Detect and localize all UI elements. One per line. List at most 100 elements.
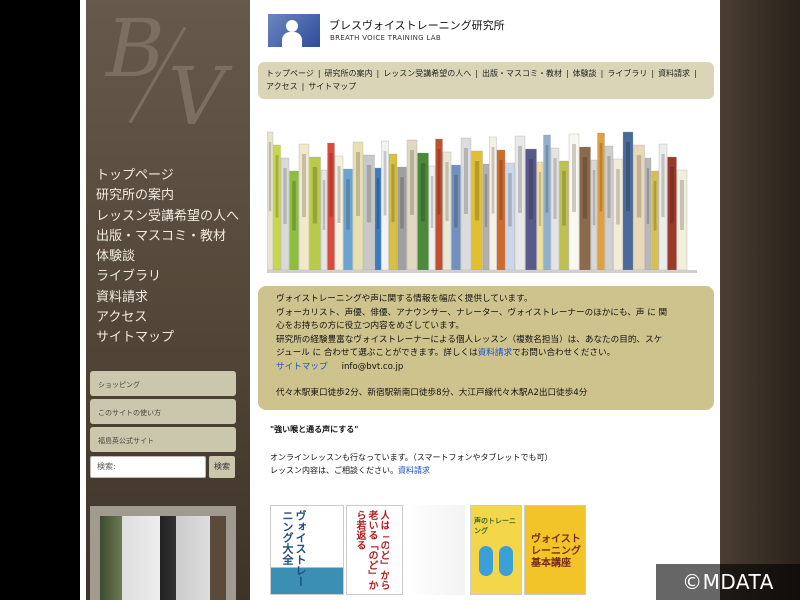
book-spine-label	[410, 150, 414, 215]
main-text: オンラインレッスンも行なっています。（スマートフォンやタブレットでも可） レッス…	[270, 451, 553, 477]
access-info: 代々木駅東口徒歩2分、新宿駅新南口徒歩8分、大江戸線代々木駅A2出口徒歩4分	[276, 388, 588, 398]
sidebar-item-publishing[interactable]: 出版・マスコミ・教材	[96, 227, 239, 247]
main-heading: "強い喉と通る声にする"	[270, 425, 359, 434]
book-spine-label	[437, 149, 441, 215]
book-title: ヴォイストレーニング大全	[281, 510, 307, 587]
book-cover-nodo[interactable]: 人は「のど」から老いる「のど」から若返る	[346, 505, 403, 595]
book-spine-label	[607, 156, 611, 218]
shopping-link[interactable]: ショッピング	[90, 371, 236, 396]
book-spine-label	[616, 169, 620, 225]
book-spine-label	[346, 179, 350, 230]
info-box: ヴォイストレーニングや声に関する情報を幅広く提供しています。 ヴォーカリスト、声…	[258, 286, 714, 410]
topnav-item-access[interactable]: アクセス	[266, 82, 298, 91]
info-line-1: ヴォイストレーニングや声に関する情報を幅広く提供しています。	[276, 294, 533, 304]
book-spine-label	[268, 142, 272, 211]
sidebar: BV トップページ 研究所の案内 レッスン受講希望の人へ 出版・マスコミ・教材 …	[86, 0, 250, 600]
sidebar-item-top[interactable]: トップページ	[96, 166, 239, 186]
site-usage-link[interactable]: このサイトの使い方	[90, 399, 236, 424]
book-spine-label	[599, 143, 603, 212]
book-spine-label	[680, 180, 684, 230]
topnav-item-sitemap[interactable]: サイトマップ	[308, 82, 356, 91]
header-logo-icon[interactable]	[268, 14, 320, 47]
book-spine-label	[329, 153, 333, 217]
request-link[interactable]: 資料請求	[478, 348, 512, 358]
book-spine-label	[491, 147, 495, 214]
book-spine-label	[670, 167, 674, 224]
book-spine-label	[538, 172, 542, 226]
book-spine-label	[553, 158, 557, 219]
book-spine-label	[661, 154, 665, 217]
storefront-photo	[90, 506, 236, 600]
book-spine-label	[275, 155, 279, 218]
book-spine-label	[356, 152, 360, 216]
sidebar-item-access[interactable]: アクセス	[96, 308, 239, 328]
book-spine-label	[400, 177, 404, 229]
topnav-item-lessons[interactable]: レッスン受講希望の人へ	[383, 69, 471, 78]
book-spine-label	[562, 171, 566, 226]
book-spine-label	[474, 161, 480, 221]
topnav-item-about[interactable]: 研究所の案内	[325, 69, 373, 78]
sidebar-item-request[interactable]: 資料請求	[96, 288, 239, 308]
book-spine-label	[292, 181, 296, 231]
book-spine-label	[528, 159, 534, 220]
book-spine-label	[430, 176, 434, 228]
book-spine-label	[454, 175, 458, 228]
info-contact-line: サイトマップ info@bvt.co.jp	[276, 361, 706, 375]
sidebar-item-about[interactable]: 研究所の案内	[96, 186, 239, 206]
book-spine-label	[592, 170, 596, 225]
sidebar-item-sitemap[interactable]: サイトマップ	[96, 328, 239, 348]
book-spine-label	[545, 145, 549, 213]
book-title: 声のトレーニング	[474, 517, 516, 535]
topnav-item-publishing[interactable]: 出版・マスコミ・教材	[482, 69, 562, 78]
book-spine-label	[582, 157, 588, 219]
book-spine-label	[484, 174, 488, 227]
book-spine-label	[508, 173, 512, 227]
book-spine-label	[391, 164, 395, 222]
topnav-item-library[interactable]: ライブラリ	[607, 69, 647, 78]
book-spine-label	[383, 151, 387, 216]
book-page-spread	[405, 505, 465, 595]
sidebar-item-library[interactable]: ライブラリ	[96, 267, 239, 287]
book-spine-label	[499, 160, 503, 220]
info-line-3: 心をお持ちの方に役立つ内容をめざしています。	[276, 321, 464, 331]
search-input[interactable]: 検索:	[90, 456, 206, 478]
bv-logo: BV	[106, 2, 226, 143]
sitemap-link[interactable]: サイトマップ	[276, 362, 328, 372]
sidebar-nav: トップページ 研究所の案内 レッスン受講希望の人へ 出版・マスコミ・教材 体験談…	[96, 166, 239, 349]
book-spine-label	[464, 148, 468, 214]
book-spine-label	[653, 181, 657, 231]
watermark: ©MDATA	[656, 564, 800, 600]
book-cover-koe-no-training[interactable]: 声のトレーニング	[470, 505, 522, 595]
request-link-2[interactable]: 資料請求	[398, 466, 430, 475]
book-spine-label	[283, 168, 287, 224]
site-subtitle: BREATH VOICE TRAINING LAB	[330, 34, 441, 42]
book-spine-label	[626, 142, 630, 211]
book-cover-kihon-kouza[interactable]: ヴォイストレーニング基本講座	[524, 505, 586, 595]
book-spine-label	[366, 165, 372, 223]
shelf-base	[267, 270, 697, 273]
info-line-5: ジュール に 合わせて選ぶことができます。詳しくは資料請求でお問い合わせください…	[276, 348, 616, 358]
book-spine-label	[518, 146, 522, 213]
official-site-link[interactable]: 福島英公式サイト	[90, 427, 236, 452]
book-spine-label	[376, 178, 380, 229]
book-spine-label	[420, 163, 426, 222]
topnav-item-request[interactable]: 資料請求	[658, 69, 690, 78]
book-spine-label	[572, 144, 576, 212]
online-lesson-text: オンラインレッスンも行なっています。（スマートフォンやタブレットでも可）	[270, 453, 553, 462]
search-button[interactable]: 検索	[209, 456, 235, 478]
consult-text: レッスン内容は、ご相談ください。資料請求	[270, 466, 430, 475]
book-spine-label	[312, 167, 318, 224]
top-nav: トップページ | 研究所の案内 | レッスン受講希望の人へ | 出版・マスコミ・教材 | 体験談…	[258, 62, 714, 99]
topnav-item-testimonials[interactable]: 体験談	[573, 69, 597, 78]
topnav-item-top[interactable]: トップページ	[266, 69, 314, 78]
email-address: info@bvt.co.jp	[341, 361, 404, 372]
sidebar-item-lessons[interactable]: レッスン受講希望の人へ	[96, 207, 239, 227]
book-spine-label	[646, 168, 650, 224]
site-title[interactable]: ブレスヴォイストレーニング研究所	[329, 17, 505, 33]
book-spine-label	[322, 180, 326, 230]
book-title: ヴォイストレーニング基本講座	[531, 534, 581, 569]
book-spine-label	[302, 154, 306, 217]
book-cover-voice-training-taizen[interactable]: ヴォイストレーニング大全	[270, 505, 344, 595]
sidebar-item-testimonials[interactable]: 体験談	[96, 247, 239, 267]
book-title: 人は「のど」から老いる「のど」から若返る	[354, 510, 389, 590]
